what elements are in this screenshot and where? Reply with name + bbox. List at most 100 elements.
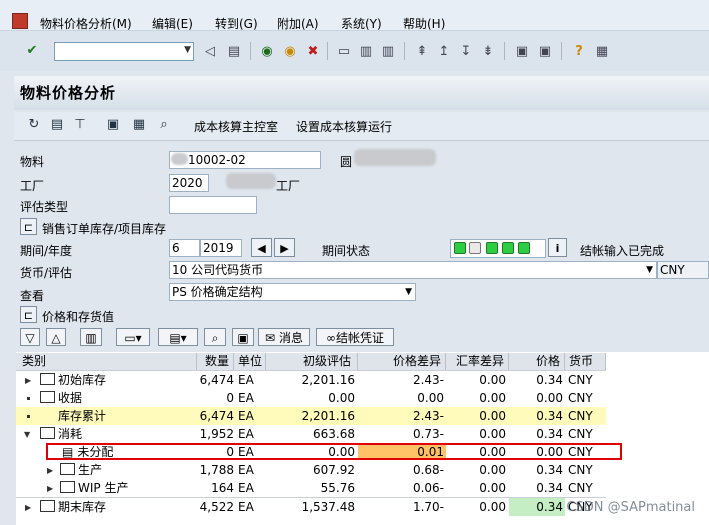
expand-icon[interactable]: ▶ [25, 376, 31, 385]
cell-price: 0.34 [536, 373, 563, 387]
column-header-price[interactable]: 价格 [509, 353, 565, 370]
find-icon[interactable]: ▥ [358, 44, 374, 60]
period-field[interactable]: 6 [169, 239, 200, 257]
menu-extras[interactable]: 附加(A) [277, 15, 319, 32]
valuation-type-field[interactable] [169, 196, 257, 214]
folder-icon [40, 500, 55, 512]
select-layout-icon[interactable]: ⌕ [204, 328, 226, 346]
exit-icon[interactable]: ◉ [282, 44, 298, 60]
settlement-doc-button[interactable]: ∞结帐凭证 [316, 328, 394, 346]
redacted-blur [171, 153, 188, 165]
column-header-preliminary-valuation[interactable]: 初级评估 [266, 353, 358, 370]
folder-icon [60, 463, 75, 475]
table-row[interactable]: 期末库存 [40, 498, 106, 516]
cell-unit: EA [238, 409, 254, 423]
previous-period-button[interactable]: ◀ [251, 238, 272, 257]
info-icon[interactable]: i [548, 238, 567, 257]
folder-icon [40, 373, 55, 385]
chevron-down-icon[interactable]: ▼ [184, 45, 191, 55]
open-folder-icon [40, 427, 55, 439]
find-icon[interactable]: ▥ [80, 328, 102, 346]
cell-price: 0.34 [536, 500, 563, 514]
table-row[interactable]: 收据 [40, 389, 82, 407]
table-row[interactable]: WIP 生产 [60, 479, 128, 497]
find-next-icon[interactable]: ▥ [380, 44, 396, 60]
folder-icon [60, 481, 75, 493]
expand-icon[interactable]: ▶ [25, 503, 31, 512]
chevron-down-icon[interactable]: ▼ [405, 284, 412, 300]
toolbar-separator [327, 42, 328, 60]
refresh-icon[interactable]: ↻ [26, 117, 42, 133]
cell-price-difference: 2.43- [412, 373, 444, 387]
sales-order-stock-icon[interactable]: ⊏ [20, 218, 37, 235]
next-period-button[interactable]: ▶ [274, 238, 295, 257]
column-header-category[interactable]: 类别 [16, 353, 197, 370]
cell-unit: EA [238, 463, 254, 477]
column-header-unit[interactable]: 单位 [234, 353, 266, 370]
column-header-quantity[interactable]: 数量 [197, 353, 234, 370]
new-session-icon[interactable]: ▣ [514, 44, 530, 60]
list-icon[interactable]: ▤ [49, 117, 65, 133]
help-icon[interactable]: ? [571, 44, 587, 60]
last-page-icon[interactable]: ⇟ [480, 44, 496, 60]
previous-page-icon[interactable]: ↥ [436, 44, 452, 60]
menu-edit[interactable]: 编辑(E) [152, 15, 193, 32]
collapse-icon[interactable]: ▼ [24, 430, 30, 439]
column-header-price-difference[interactable]: 价格差异 [358, 353, 446, 370]
expand-icon[interactable]: ▶ [47, 466, 53, 475]
collapse-all-icon[interactable]: △ [46, 328, 66, 346]
search-detail-icon[interactable]: ⌕ [156, 117, 172, 133]
menu-help[interactable]: 帮助(H) [403, 15, 445, 32]
table-row[interactable]: 库存累计 [58, 407, 106, 425]
menu-goto[interactable]: 转到(G) [215, 15, 258, 32]
column-header-currency[interactable]: 货币 [565, 353, 606, 370]
layout-menu-icon[interactable]: ▦ [594, 44, 610, 60]
messages-button[interactable]: ✉ 消息 [258, 328, 310, 346]
material-field[interactable]: 10002-02 [169, 151, 321, 169]
period-status-text: 结帐输入已完成 [580, 244, 665, 258]
first-page-icon[interactable]: ⇞ [414, 44, 430, 60]
costing-cockpit-button[interactable]: 成本核算主控室 [194, 118, 278, 135]
chevron-down-icon[interactable]: ▼ [646, 262, 653, 278]
back-triangle-icon[interactable]: ◁ [202, 44, 218, 60]
back-icon[interactable]: ◉ [259, 44, 275, 60]
expand-icon[interactable]: ▶ [47, 484, 53, 493]
leaf-bullet-icon [27, 415, 30, 418]
currency-valuation-dropdown[interactable]: 10 公司代码货币 ▼ [169, 261, 657, 279]
cancel-icon[interactable]: ✖ [305, 44, 321, 60]
watermark: CSDN @SAPmatinal [566, 500, 695, 515]
expand-all-icon[interactable]: ▽ [20, 328, 40, 346]
table-row[interactable]: 消耗 [40, 425, 82, 443]
cell-quantity: 6,474 [199, 409, 234, 423]
plant-field[interactable]: 2020 [169, 174, 209, 192]
cell-unit: EA [238, 500, 254, 514]
display-icon[interactable]: ▣ [232, 328, 254, 346]
view-dropdown[interactable]: PS 价格确定结构 ▼ [169, 283, 416, 301]
cell-price: 0.34 [536, 481, 563, 495]
print-dropdown-icon[interactable]: ▭▾ [116, 328, 150, 346]
year-field[interactable]: 2019 [200, 239, 242, 257]
layout-dropdown-icon[interactable]: ▤▾ [158, 328, 198, 346]
enter-check-icon[interactable]: ✔ [24, 43, 40, 59]
menu-material-price-analysis[interactable]: 物料价格分析(M) [40, 15, 132, 32]
column-header-exchange-difference[interactable]: 汇率差异 [446, 353, 509, 370]
redacted-blur [354, 149, 436, 166]
table-row[interactable]: 初始库存 [40, 371, 106, 389]
hierarchy-icon[interactable]: ⊤ [72, 117, 88, 133]
display-document-icon[interactable]: ▣ [105, 117, 121, 133]
print-icon[interactable]: ▭ [336, 44, 352, 60]
prices-stock-icon[interactable]: ⊏ [20, 306, 37, 323]
create-shortcut-icon[interactable]: ▣ [537, 44, 553, 60]
next-page-icon[interactable]: ↧ [458, 44, 474, 60]
setup-costing-run-button[interactable]: 设置成本核算运行 [296, 118, 392, 135]
command-field[interactable]: ▼ [54, 42, 194, 61]
cell-currency: CNY [568, 481, 593, 495]
menu-system[interactable]: 系统(Y) [341, 15, 382, 32]
cell-preliminary-valuation: 607.92 [313, 463, 355, 477]
sales-order-stock-button[interactable]: 销售订单库存/项目库存 [42, 220, 166, 237]
table-icon[interactable]: ▦ [131, 117, 147, 133]
message-icon: ✉ [265, 331, 276, 345]
save-icon[interactable]: ▤ [226, 44, 242, 60]
prices-stock-button[interactable]: 价格和存货值 [42, 308, 114, 325]
table-row[interactable]: 生产 [60, 461, 102, 479]
